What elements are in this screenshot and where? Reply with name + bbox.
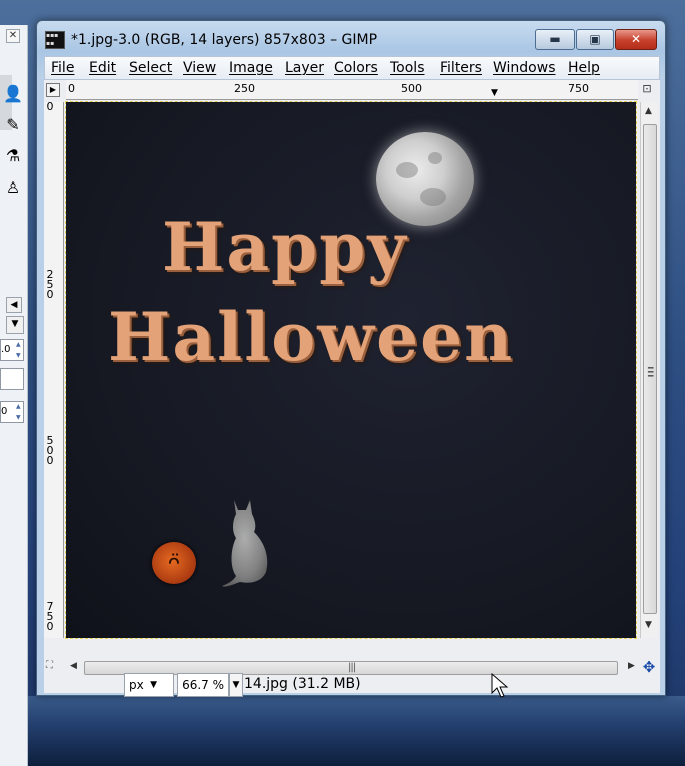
menu-filters[interactable]: Filters	[440, 60, 482, 76]
menu-help[interactable]: Help	[568, 60, 600, 76]
scroll-left-icon[interactable]: ◀	[70, 661, 77, 671]
scroll-up-icon[interactable]: ▲	[645, 106, 652, 116]
text-field[interactable]	[0, 368, 24, 390]
ruler-label: 0	[68, 82, 75, 95]
grip-icon: ━ ━ ━	[648, 364, 654, 382]
stamp-tool-icon[interactable]: ♙	[2, 177, 24, 199]
gimp-image-window: ▪▪▪ ▪▪ *1.jpg-3.0 (RGB, 14 layers) 857x80…	[36, 20, 666, 697]
move-icon[interactable]: ✥	[640, 658, 658, 676]
desktop-background	[0, 696, 685, 766]
scroll-down-icon[interactable]: ▼	[645, 620, 652, 630]
ruler-label: 500	[46, 434, 54, 467]
ruler-pointer-icon: ▼	[491, 88, 498, 98]
dropdown-icon[interactable]: ▼	[6, 316, 24, 334]
zoom-dropdown-icon[interactable]: ▼	[229, 673, 243, 697]
close-icon[interactable]: ✕	[6, 29, 20, 43]
value-spinner-icon[interactable]: ▲ ▼	[16, 401, 24, 423]
ruler-label: 0	[46, 102, 54, 113]
image-menu-button[interactable]: ▶	[46, 83, 60, 97]
smudge-tool-icon[interactable]: ✎	[2, 114, 24, 136]
halloween-text: Halloween	[108, 298, 515, 376]
close-button[interactable]: ✕	[615, 29, 657, 50]
menu-image[interactable]: Image	[229, 60, 273, 76]
ruler-label: 750	[568, 82, 589, 95]
menu-select[interactable]: Select	[129, 60, 172, 76]
window-title: *1.jpg-3.0 (RGB, 14 layers) 857x803 – GI…	[71, 32, 378, 48]
pumpkin-image: ᴖ̈	[152, 542, 196, 584]
menu-edit[interactable]: Edit	[89, 60, 116, 76]
clone-tool-icon[interactable]: 👤	[2, 83, 24, 105]
image-canvas[interactable]: Happy Halloween ᴖ̈	[65, 101, 637, 639]
status-info: 14.jpg (31.2 MB)	[244, 676, 361, 692]
navigate-icon[interactable]: ⛶	[46, 660, 62, 676]
menu-bar: File Edit Select View Image Layer Colors…	[44, 56, 660, 80]
dropdown-icon: ▼	[150, 680, 157, 690]
panel-menu-arrow[interactable]: ◀	[6, 297, 22, 313]
status-bar: px ▼ 66.7 % ▼ 14.jpg (31.2 MB)	[44, 673, 660, 697]
maximize-button[interactable]: ▣	[576, 29, 614, 50]
minimize-button[interactable]: ▬	[535, 29, 575, 50]
ruler-label: 500	[401, 82, 422, 95]
toolbox-panel: ✕ 👤 ✎ ⚗ ♙ ◀ ▼ .0 ▲ ▼ 0 ▲ ▼	[0, 25, 28, 766]
mouse-cursor-icon	[491, 673, 509, 698]
horizontal-ruler[interactable]: 0 250 500 750 ▼	[66, 80, 638, 100]
vertical-scroll-thumb[interactable]: ━ ━ ━	[643, 124, 657, 614]
vertical-scrollbar[interactable]: ▲ ━ ━ ━ ▼	[640, 102, 658, 638]
menu-windows[interactable]: Windows	[493, 60, 556, 76]
unit-value: px	[129, 678, 144, 692]
unit-selector[interactable]: px ▼	[124, 673, 174, 697]
zoom-toggle-icon[interactable]: ⊡	[640, 82, 654, 96]
menu-tools[interactable]: Tools	[390, 60, 425, 76]
dodge-tool-icon[interactable]: ⚗	[2, 145, 24, 167]
size-spinner-icon[interactable]: ▲ ▼	[16, 339, 24, 361]
menu-layer[interactable]: Layer	[285, 60, 324, 76]
menu-colors[interactable]: Colors	[334, 60, 378, 76]
menu-file[interactable]: File	[51, 60, 74, 76]
grip-icon: |||	[348, 662, 356, 673]
vertical-ruler[interactable]: 0 250 500 750	[44, 102, 64, 638]
ruler-label: 250	[46, 268, 54, 301]
menu-view[interactable]: View	[183, 60, 216, 76]
zoom-input[interactable]: 66.7 %	[177, 673, 229, 697]
happy-text: Happy	[162, 208, 408, 286]
scroll-right-icon[interactable]: ▶	[628, 661, 635, 671]
image-view: ▶ 0 250 500 750 ▼ ⊡ 0 250 500 750 Happy …	[44, 80, 660, 697]
cat-image	[222, 500, 268, 587]
ruler-label: 250	[234, 82, 255, 95]
ruler-label: 750	[46, 600, 54, 633]
gimp-document-icon: ▪▪▪ ▪▪	[45, 31, 65, 49]
